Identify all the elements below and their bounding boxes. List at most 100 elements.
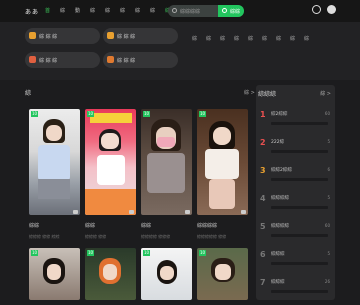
ranking-panel: 綜綜綜 綜 > 1 綜2綜綜 60 2 222綜 5 3 綜綜2綜綜 6 4 綜… bbox=[256, 85, 335, 300]
badge: 10 bbox=[199, 111, 206, 117]
quick-link[interactable]: 綜 bbox=[206, 35, 220, 42]
rank-count: 6 bbox=[327, 167, 330, 172]
search-box[interactable]: 綜綜綜綜 綜綜 bbox=[168, 5, 244, 17]
face-icon bbox=[29, 56, 36, 63]
rank-name: 綜2綜綜 bbox=[271, 112, 288, 117]
quick-link[interactable]: 綜 bbox=[192, 35, 206, 42]
video-thumbnail[interactable] bbox=[29, 109, 80, 215]
rank-count: 60 bbox=[324, 111, 330, 116]
ranking-item[interactable]: 1 綜2綜綜 60 bbox=[256, 107, 335, 137]
video-thumbnail[interactable] bbox=[141, 109, 192, 215]
history-icon[interactable] bbox=[312, 5, 321, 14]
rank-name: 綜綜2綜綜 bbox=[271, 168, 292, 173]
rank-count: 5 bbox=[327, 195, 330, 200]
badge: 10 bbox=[31, 250, 38, 256]
card-title[interactable]: 綜綜綜綜 bbox=[197, 222, 217, 229]
rank-bar bbox=[271, 262, 328, 265]
search-input[interactable]: 綜綜綜綜 bbox=[180, 8, 200, 15]
nav-item[interactable]: 綜 bbox=[105, 7, 120, 14]
video-card[interactable]: 10 bbox=[85, 109, 136, 216]
video-thumbnail[interactable] bbox=[85, 109, 136, 215]
rank-count: 26 bbox=[324, 279, 330, 284]
rank-name: 綜綜綜綜 bbox=[271, 224, 289, 229]
nav-item[interactable]: 綜 bbox=[135, 7, 150, 14]
rank-name: 綜綜綜 bbox=[271, 280, 285, 285]
user-avatar[interactable] bbox=[327, 5, 336, 14]
nav-item[interactable]: 綜 bbox=[60, 7, 75, 14]
nav-item[interactable]: 綜 bbox=[150, 7, 165, 14]
card-meta: 綜綜綜 綜綜 綜綜 bbox=[29, 234, 60, 239]
rank-name: 綜綜綜綜 bbox=[271, 196, 289, 201]
card-meta: 綜綜綜綜綜 綜綜 bbox=[197, 234, 227, 239]
rocket-icon bbox=[107, 56, 114, 63]
video-thumbnail[interactable] bbox=[197, 109, 248, 215]
camera-icon bbox=[73, 210, 78, 214]
nav-item[interactable]: 綜 bbox=[90, 7, 105, 14]
nav-item[interactable]: 動 bbox=[75, 7, 90, 14]
video-card[interactable]: 10 bbox=[85, 248, 136, 300]
card-meta: 綜綜綜 綜綜 bbox=[85, 234, 107, 239]
rank-bar bbox=[271, 122, 328, 125]
badge: 10 bbox=[199, 250, 206, 256]
search-button-label: 綜綜 bbox=[230, 9, 241, 15]
quick-pill-4[interactable]: 綜 綜 綜 bbox=[103, 52, 178, 68]
rank-number: 3 bbox=[260, 166, 266, 175]
section-title: 綜 bbox=[25, 90, 32, 97]
quick-link[interactable]: 綜 bbox=[290, 35, 304, 42]
quick-link[interactable]: 綜 bbox=[248, 35, 262, 42]
video-card[interactable]: 10 bbox=[141, 248, 192, 300]
card-title[interactable]: 綜綜 bbox=[29, 222, 39, 229]
camera-icon bbox=[185, 210, 190, 214]
site-logo[interactable]: ああ bbox=[25, 7, 39, 16]
video-card[interactable]: 10 bbox=[197, 109, 248, 216]
rank-number: 6 bbox=[260, 250, 266, 259]
ranking-item[interactable]: 5 綜綜綜綜 60 bbox=[256, 219, 335, 249]
quick-pill-1[interactable]: 綜 綜 綜 bbox=[25, 28, 100, 44]
video-card[interactable]: 10 bbox=[141, 109, 192, 216]
rank-count: 5 bbox=[327, 139, 330, 144]
nav-item-home[interactable]: 首 bbox=[45, 7, 60, 14]
rank-bar bbox=[271, 234, 328, 237]
video-card[interactable]: 10 bbox=[29, 248, 80, 300]
badge: 10 bbox=[143, 250, 150, 256]
ranking-item[interactable]: 4 綜綜綜綜 5 bbox=[256, 191, 335, 221]
ranking-item[interactable]: 3 綜綜2綜綜 6 bbox=[256, 163, 335, 193]
section-more-link[interactable]: 綜 > bbox=[244, 89, 255, 96]
card-title[interactable]: 綜綜 bbox=[85, 222, 95, 229]
video-card[interactable]: 10 bbox=[29, 109, 80, 216]
quick-link[interactable]: 綜 bbox=[220, 35, 234, 42]
quick-pill-3[interactable]: 綜 綜 綜 bbox=[25, 52, 100, 68]
rank-bar bbox=[271, 178, 328, 181]
search-button[interactable]: 綜綜 bbox=[218, 5, 244, 17]
ranking-item[interactable]: 6 綜綜綜 5 bbox=[256, 247, 335, 277]
pill-label: 綜 綜 綜 bbox=[39, 58, 58, 64]
ranking-item[interactable]: 2 222綜 5 bbox=[256, 135, 335, 165]
quick-link[interactable]: 綜 bbox=[234, 35, 248, 42]
ranking-more-link[interactable]: 綜 > bbox=[320, 90, 331, 97]
quick-pill-2[interactable]: 綜 綜 綜 bbox=[103, 28, 178, 44]
video-card[interactable]: 10 bbox=[197, 248, 248, 300]
rank-count: 5 bbox=[327, 251, 330, 256]
quick-link[interactable]: 綜 bbox=[304, 35, 318, 42]
quick-bar: 綜 綜 綜 綜 綜 綜 綜 綜 綜 綜 綜 綜 bbox=[0, 22, 360, 80]
pill-label: 綜 綜 綜 bbox=[117, 34, 136, 40]
badge: 10 bbox=[87, 250, 94, 256]
rank-name: 222綜 bbox=[271, 140, 285, 145]
rank-bar bbox=[271, 150, 328, 153]
badge: 10 bbox=[31, 111, 38, 117]
camera-icon bbox=[241, 210, 246, 214]
pill-label: 綜 綜 綜 bbox=[39, 34, 58, 40]
quick-links: 綜 綜 綜 綜 綜 綜 綜 綜 綜 bbox=[192, 35, 318, 42]
rank-number: 2 bbox=[260, 138, 266, 147]
rank-number: 1 bbox=[260, 110, 266, 119]
fire-icon bbox=[29, 32, 36, 39]
ranking-item[interactable]: 7 綜綜綜 26 bbox=[256, 275, 335, 305]
quick-link[interactable]: 綜 bbox=[262, 35, 276, 42]
card-title[interactable]: 綜綜 bbox=[141, 222, 151, 229]
nav-item[interactable]: 綜 bbox=[120, 7, 135, 14]
quick-link[interactable]: 綜 bbox=[276, 35, 290, 42]
top-bar: ああ 首 綜 動 綜 綜 綜 綜 綜 綜 綜綜綜綜 綜綜 bbox=[0, 0, 360, 22]
card-meta: 綜綜綜綜 綜綜綜 bbox=[141, 234, 171, 239]
badge: 10 bbox=[87, 111, 94, 117]
ranking-title: 綜綜綜 bbox=[258, 91, 277, 98]
